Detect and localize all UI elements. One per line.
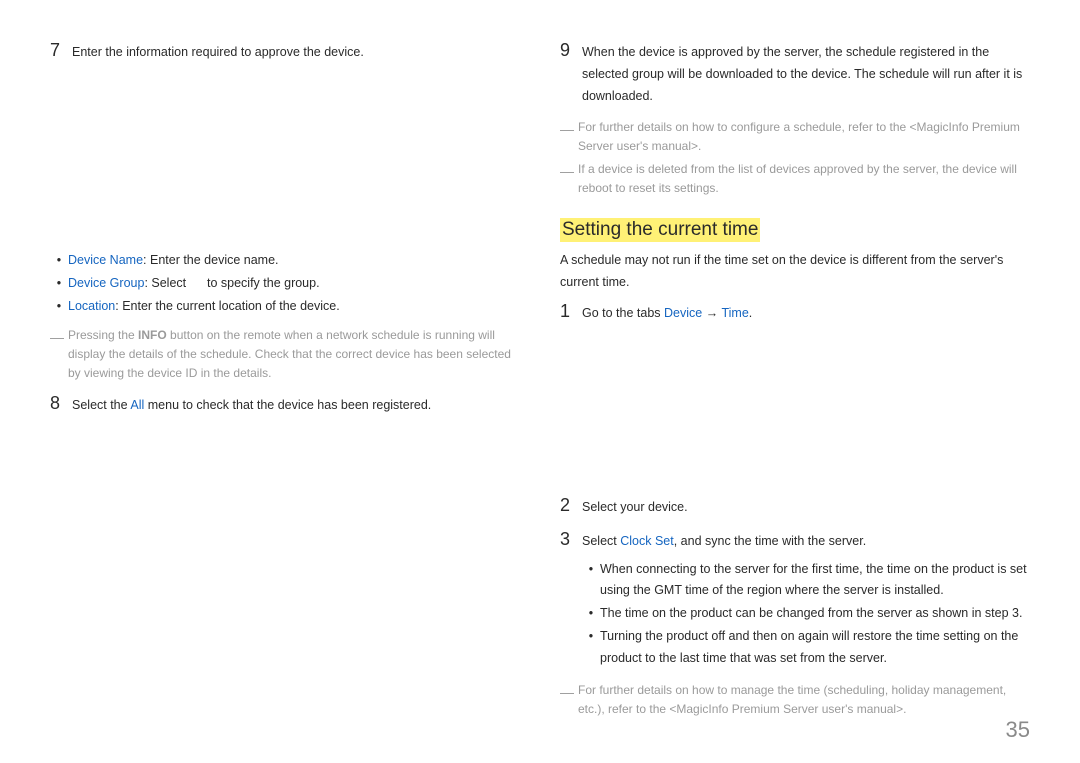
bullet-body: Device Name: Enter the device name. [68, 250, 520, 271]
bullet-mark: • [50, 273, 68, 294]
bullet-mark: • [50, 296, 68, 317]
note-info-button: ― Pressing the INFO button on the remote… [50, 326, 520, 384]
bullet-body: Device Group: Select to specify the grou… [68, 273, 520, 294]
step-2: 2 Select your device. [560, 495, 1030, 519]
step-3: 3 Select Clock Set, and sync the time wi… [560, 529, 1030, 671]
note-dash-icon: ― [560, 160, 578, 198]
step-1-text-a: Go to the tabs [582, 306, 664, 320]
step-9-number: 9 [560, 40, 582, 108]
bullet-mark: • [582, 603, 600, 624]
figure-placeholder-left [50, 74, 520, 244]
device-group-label: Device Group [68, 276, 144, 290]
step-3-sub-bullets: • When connecting to the server for the … [582, 559, 1030, 669]
step-3-text-b: , and sync the time with the server. [674, 534, 866, 548]
bullet-location: • Location: Enter the current location o… [50, 296, 520, 317]
step-8: 8 Select the All menu to check that the … [50, 393, 520, 417]
page-columns: 7 Enter the information required to appr… [50, 40, 1030, 729]
bullet-mark: • [50, 250, 68, 271]
bullet-mark: • [582, 559, 600, 602]
step-8-text-a: Select the [72, 398, 130, 412]
note-pre: Pressing the [68, 328, 138, 342]
step-1-text-b: . [749, 306, 752, 320]
step-8-all: All [130, 398, 144, 412]
step-7: 7 Enter the information required to appr… [50, 40, 520, 64]
step-9-text: When the device is approved by the serve… [582, 40, 1030, 108]
note-info-word: INFO [138, 328, 167, 342]
step-1-device: Device [664, 306, 702, 320]
left-column: 7 Enter the information required to appr… [50, 40, 520, 729]
step-3-number: 3 [560, 529, 582, 671]
step-3-body: Select Clock Set, and sync the time with… [582, 529, 1030, 671]
location-label: Location [68, 299, 115, 313]
page-number: 35 [1006, 717, 1030, 743]
step-8-number: 8 [50, 393, 72, 417]
step-1-number: 1 [560, 301, 582, 325]
step-7-number: 7 [50, 40, 72, 64]
step-7-text: Enter the information required to approv… [72, 40, 520, 64]
step-1-arrow: → [702, 306, 721, 320]
note-dash-icon: ― [560, 118, 578, 156]
para-schedule-time: A schedule may not run if the time set o… [560, 250, 1030, 293]
step-8-text-b: menu to check that the device has been r… [144, 398, 431, 412]
device-name-text: : Enter the device name. [143, 253, 279, 267]
bullet-mark: • [582, 626, 600, 669]
device-group-text-a: : Select [144, 276, 189, 290]
notes-time: ― For further details on how to manage t… [560, 681, 1030, 719]
step-1-text: Go to the tabs Device → Time. [582, 301, 1030, 325]
step-1: 1 Go to the tabs Device → Time. [560, 301, 1030, 325]
step-3-text-a: Select [582, 534, 620, 548]
step-2-number: 2 [560, 495, 582, 519]
location-text: : Enter the current location of the devi… [115, 299, 339, 313]
bullet-device-group: • Device Group: Select to specify the gr… [50, 273, 520, 294]
device-info-bullets: • Device Name: Enter the device name. • … [50, 250, 520, 318]
note-c: For further details on how to manage the… [578, 681, 1030, 719]
step-2-text: Select your device. [582, 495, 1030, 519]
bullet-body: Location: Enter the current location of … [68, 296, 520, 317]
sub-bullet-1: When connecting to the server for the fi… [600, 559, 1030, 602]
step-3-clock: Clock Set [620, 534, 674, 548]
step-1-time: Time [721, 306, 748, 320]
sub-bullet-3: Turning the product off and then on agai… [600, 626, 1030, 669]
heading-setting-time: Setting the current time [560, 208, 1030, 250]
bullet-device-name: • Device Name: Enter the device name. [50, 250, 520, 271]
step-9: 9 When the device is approved by the ser… [560, 40, 1030, 108]
note-b: If a device is deleted from the list of … [578, 160, 1030, 198]
device-name-label: Device Name [68, 253, 143, 267]
step-8-text: Select the All menu to check that the de… [72, 393, 520, 417]
note-dash-icon: ― [50, 326, 68, 384]
right-column: 9 When the device is approved by the ser… [560, 40, 1030, 729]
heading-text: Setting the current time [560, 218, 760, 242]
device-group-text-b: to specify the group. [204, 276, 320, 290]
notes-step9: ― For further details on how to configur… [560, 118, 1030, 199]
sub-bullet-2: The time on the product can be changed f… [600, 603, 1030, 624]
note-a: For further details on how to configure … [578, 118, 1030, 156]
figure-placeholder-right [560, 335, 1030, 495]
note-body: Pressing the INFO button on the remote w… [68, 326, 520, 384]
note-dash-icon: ― [560, 681, 578, 719]
